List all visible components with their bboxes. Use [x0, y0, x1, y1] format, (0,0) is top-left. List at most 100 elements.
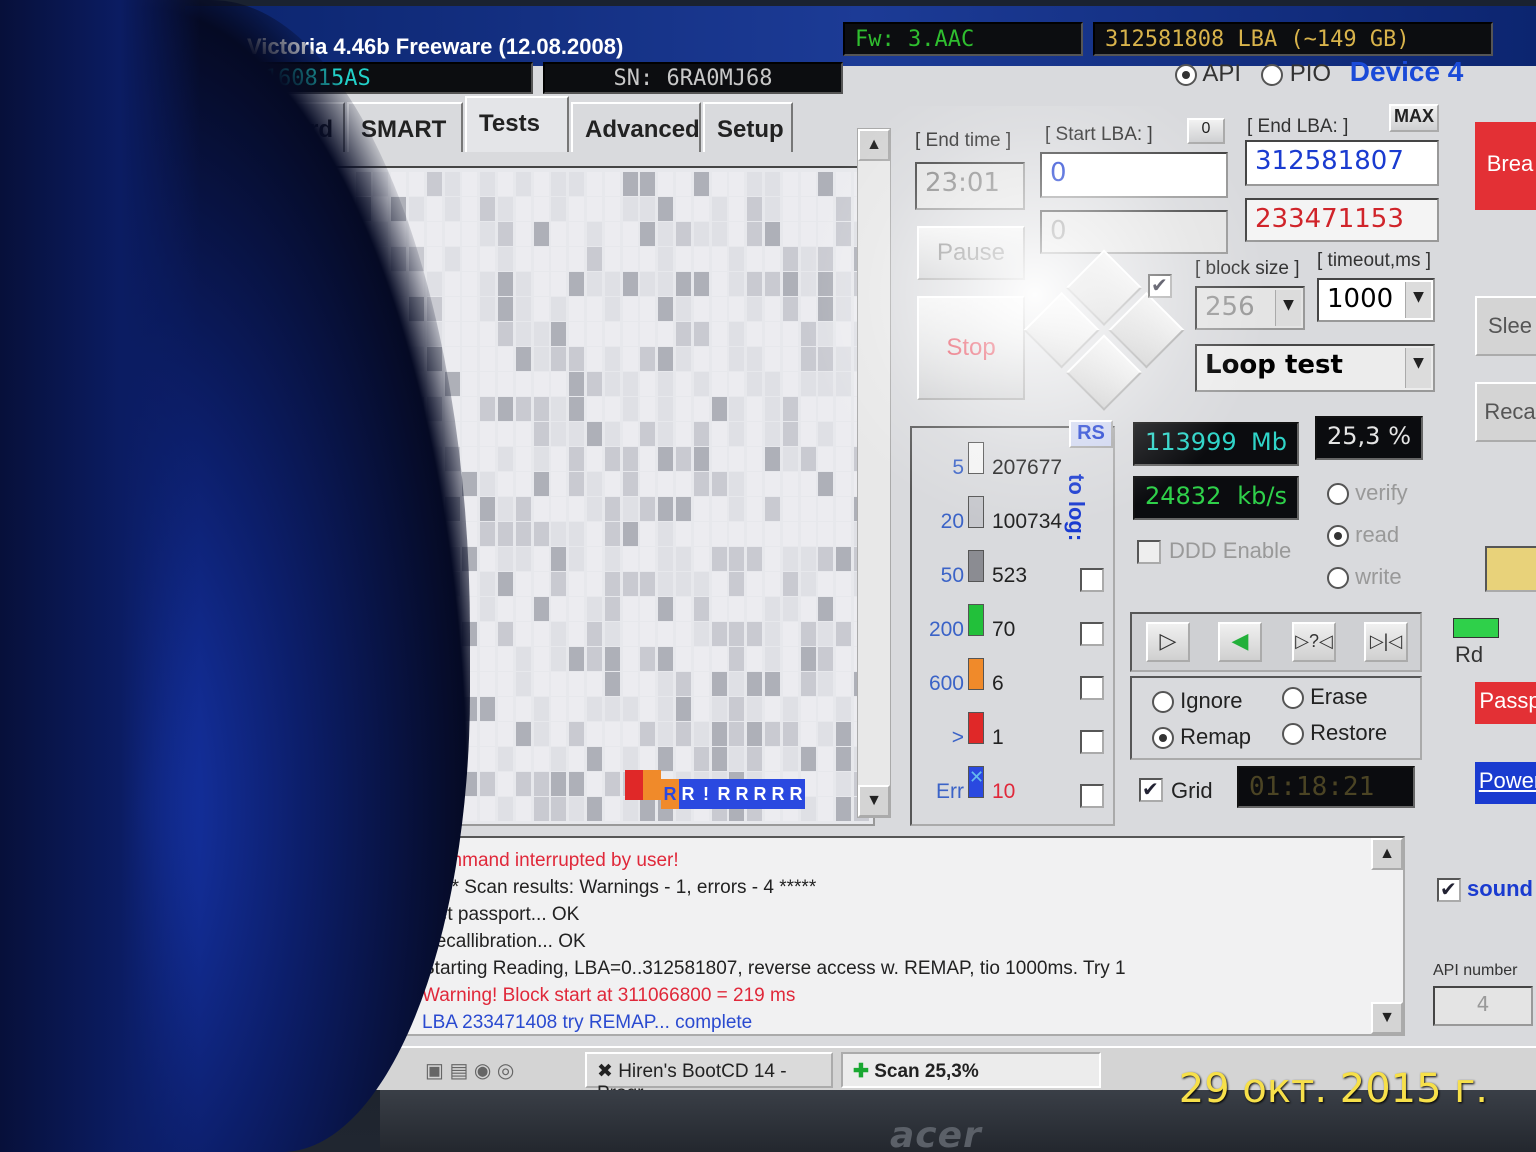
start-lba-zero-button[interactable]: 0 [1187, 118, 1225, 144]
erase-radio[interactable] [1282, 687, 1304, 710]
to-log-checkbox[interactable] [1080, 676, 1104, 700]
scroll-up-button[interactable]: ▲ [858, 129, 890, 161]
grid-block [711, 472, 727, 496]
latency-color-swatch [968, 712, 984, 744]
grid-block [604, 572, 620, 596]
sound-checkbox[interactable] [1437, 877, 1461, 902]
end-time-field[interactable]: 23:01 [915, 162, 1025, 210]
remap-option[interactable]: Remap [1152, 724, 1251, 750]
grid-checkbox[interactable] [1139, 777, 1163, 802]
grid-block [444, 647, 460, 671]
quick-launch-icons[interactable]: ▣ ▤ ◉ ◎ [425, 1058, 514, 1083]
photo-date-stamp: 29 окт. 2015 г. [1178, 1066, 1488, 1112]
grid-block [248, 522, 264, 546]
grid-block [676, 372, 691, 396]
device-label[interactable]: Device 4 [1350, 56, 1464, 87]
write-option[interactable]: write [1327, 564, 1402, 590]
grid-marker: R [715, 779, 733, 809]
api-number-field[interactable]: 4 [1433, 986, 1533, 1026]
grid-block [248, 422, 264, 446]
auto-checkbox[interactable] [1148, 273, 1172, 298]
grid-block [284, 647, 300, 671]
test-mode-select[interactable]: Loop test ▼ [1195, 344, 1435, 392]
to-log-checkbox[interactable] [1080, 568, 1104, 592]
log-scroll-down-button[interactable]: ▼ [1371, 1002, 1403, 1034]
to-log-checkbox[interactable] [1080, 622, 1104, 646]
scroll-down-button[interactable]: ▼ [858, 785, 890, 817]
grid-block [587, 397, 602, 421]
task-scan[interactable]: ✚ Scan 25,3% [841, 1052, 1101, 1088]
speed-unit: kb/s [1237, 482, 1287, 510]
grid-block [604, 547, 620, 571]
model-display: ST3160815AS [213, 62, 533, 94]
grid-block [284, 347, 300, 371]
grid-block [622, 222, 638, 246]
grid-block [622, 497, 638, 521]
read-radio[interactable] [1327, 525, 1349, 548]
remap-radio[interactable] [1152, 727, 1174, 750]
recal-button[interactable]: Reca [1475, 382, 1536, 442]
api-radio[interactable] [1175, 63, 1197, 86]
ddd-enable-checkbox[interactable] [1137, 540, 1161, 564]
grid-block [391, 697, 407, 721]
pause-button[interactable]: Pause [917, 226, 1025, 280]
verify-option[interactable]: verify [1327, 480, 1408, 506]
latency-threshold: 600 [928, 672, 964, 695]
to-log-checkbox[interactable] [1080, 784, 1104, 808]
erase-option[interactable]: Erase [1282, 684, 1368, 710]
grid-block [569, 647, 585, 671]
random-seek-button[interactable]: ▷?◁ [1292, 622, 1336, 662]
tab-advanced[interactable]: Advanced [571, 102, 701, 152]
grid-block [480, 422, 496, 446]
write-radio[interactable] [1327, 567, 1349, 590]
passport-button[interactable]: Passp [1475, 682, 1536, 724]
log-scroll-up-button[interactable]: ▲ [1371, 838, 1403, 870]
grid-block [355, 472, 371, 496]
play-reverse-button[interactable]: ◀ [1218, 622, 1262, 662]
power-button[interactable]: Power [1475, 762, 1536, 804]
grid-block [587, 672, 602, 696]
timeout-select[interactable]: 1000 ▼ [1317, 278, 1435, 322]
pio-radio[interactable] [1261, 63, 1284, 86]
ignore-option[interactable]: Ignore [1152, 688, 1243, 714]
tab-tests[interactable]: Tests [465, 96, 569, 152]
tab-standard[interactable]: Standard [215, 102, 345, 152]
play-forward-button[interactable]: ▷ [1146, 622, 1190, 662]
ignore-radio[interactable] [1152, 691, 1174, 714]
verify-label: verify [1355, 480, 1408, 505]
end-lba-field[interactable]: 312581807 [1245, 140, 1439, 186]
grid-block [765, 197, 780, 221]
latency-threshold: 5 [952, 456, 964, 479]
break-button[interactable]: Brea [1475, 122, 1536, 210]
restore-radio[interactable] [1282, 723, 1304, 746]
grid-block [800, 597, 816, 621]
task-hirens-bootcd[interactable]: ✖ Hiren's BootCD 14 - Progr... [585, 1052, 833, 1090]
read-option[interactable]: read [1327, 522, 1399, 548]
latency-count: 10 [992, 780, 1016, 803]
grid-block [604, 222, 620, 246]
log-line: LBA 233471408 try REMAP... complete [422, 1012, 753, 1033]
grid-block [658, 547, 674, 571]
rs-button[interactable]: RS [1069, 420, 1113, 448]
grid-block [320, 722, 335, 746]
end-lba-max-button[interactable]: MAX [1389, 104, 1439, 132]
grid-block [355, 447, 371, 471]
sleep-button[interactable]: Slee [1475, 296, 1536, 356]
stop-button[interactable]: Stop [917, 296, 1025, 400]
grid-scrollbar[interactable]: ▲ ▼ [857, 128, 891, 818]
grid-block [409, 622, 424, 646]
grid-block [729, 422, 745, 446]
grid-block [391, 522, 407, 546]
tab-setup[interactable]: Setup [703, 102, 793, 152]
grid-block [693, 722, 709, 746]
grid-block [444, 672, 460, 696]
to-log-checkbox[interactable] [1080, 730, 1104, 754]
butterfly-button[interactable]: ▷|◁ [1364, 622, 1408, 662]
grid-block [747, 672, 763, 696]
restore-option[interactable]: Restore [1282, 720, 1387, 746]
tab-smart[interactable]: SMART [347, 102, 463, 152]
verify-radio[interactable] [1327, 483, 1349, 506]
start-lba-field[interactable]: 0 [1040, 152, 1228, 198]
grid-block [693, 347, 709, 371]
block-size-select[interactable]: 256 ▼ [1195, 286, 1305, 330]
